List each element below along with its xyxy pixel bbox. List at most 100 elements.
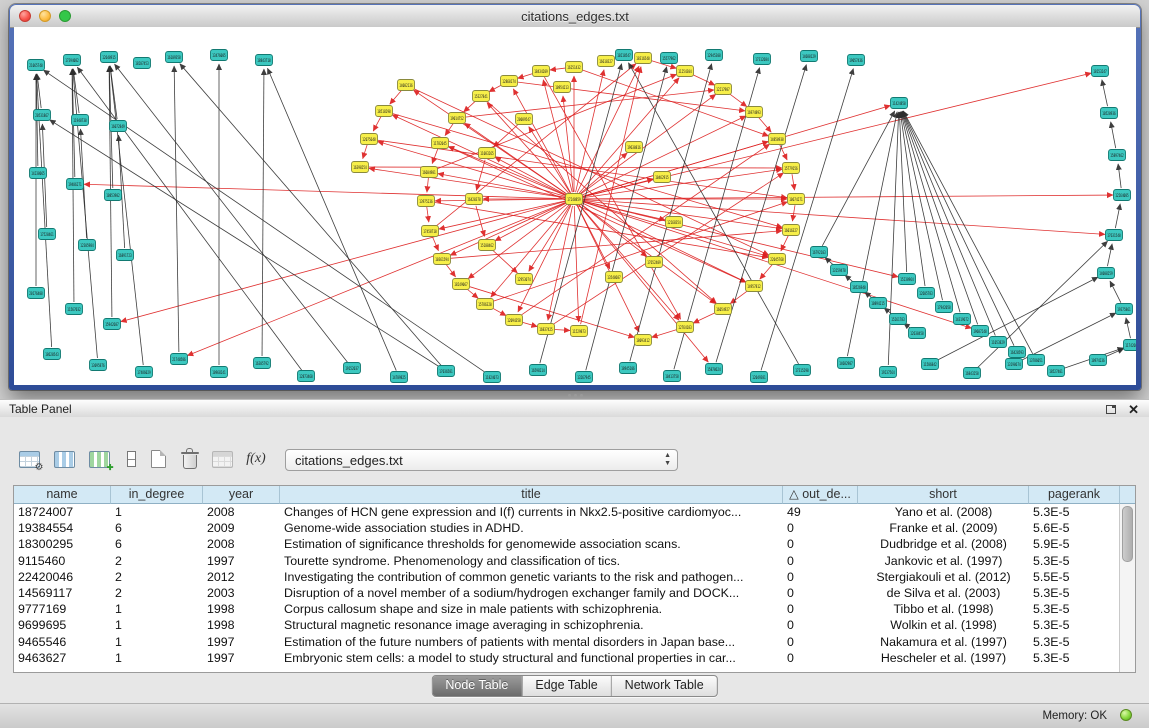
graph-node[interactable]: 17312684	[754, 54, 771, 65]
graph-node[interactable]: 18249067	[453, 279, 470, 290]
network-graph[interactable]: 1724085916251432184342091286017415327841…	[14, 27, 1136, 385]
graph-node[interactable]: 15870624	[706, 364, 723, 375]
graph-node[interactable]: 16837425	[538, 324, 555, 335]
graph-node[interactable]: 17458710	[422, 226, 439, 237]
graph-node[interactable]: 18843710	[256, 55, 273, 66]
graph-node[interactable]: 20176408	[28, 288, 45, 299]
edit-columns-button[interactable]	[84, 445, 114, 473]
graph-node[interactable]: 15577962	[661, 53, 678, 64]
graph-node[interactable]: 19630816	[626, 142, 643, 153]
graph-node[interactable]: 14008259	[1098, 268, 1115, 279]
graph-node[interactable]: 16792103	[811, 247, 828, 258]
scrollbar-thumb[interactable]	[1122, 506, 1133, 562]
show-columns-button[interactable]	[49, 445, 79, 473]
graph-node[interactable]: 14682907	[838, 358, 855, 369]
import-table-button[interactable]	[207, 445, 237, 473]
graph-node[interactable]: 14850938	[769, 134, 786, 145]
table-row[interactable]: 911546021997Tourette syndrome. Phenomeno…	[14, 553, 1120, 569]
column-header-title[interactable]: title	[280, 486, 783, 504]
function-builder-button[interactable]: f(x)	[241, 445, 271, 473]
delete-table-button[interactable]	[175, 445, 205, 473]
column-header-out-degree[interactable]: △ out_de...	[783, 486, 858, 504]
graph-node[interactable]: 11948730	[72, 115, 89, 126]
graph-node[interactable]: 12168354	[666, 217, 683, 228]
graph-node[interactable]: 17942058	[936, 302, 953, 313]
graph-node[interactable]: 14709825	[391, 372, 408, 383]
graph-node[interactable]: 17652409	[646, 257, 663, 268]
close-panel-icon[interactable]: ✕	[1128, 403, 1139, 416]
graph-node[interactable]: 10462915	[654, 172, 671, 183]
graph-node[interactable]: 10974236	[1090, 355, 1107, 366]
table-selector-dropdown[interactable]: citations_edges.txt ▲▼	[285, 449, 678, 471]
graph-node[interactable]: 11742603	[1124, 340, 1137, 351]
graph-node[interactable]: 20531867	[34, 110, 51, 121]
graph-node[interactable]: 12860174	[501, 76, 518, 87]
graph-node[interactable]: 16618327	[598, 56, 615, 67]
graph-node[interactable]: 18153247	[1092, 66, 1109, 77]
graph-node[interactable]: 11567032	[66, 304, 83, 315]
graph-node[interactable]: 18518290	[376, 106, 393, 117]
graph-node[interactable]: 12049381	[751, 372, 768, 383]
graph-node[interactable]: 10210547	[616, 50, 633, 61]
table-row[interactable]: 946362711997Embryonic stem cells: a mode…	[14, 650, 1120, 666]
graph-node[interactable]: 15897462	[1109, 150, 1126, 161]
table-row[interactable]: 946554611997Estimation of the future num…	[14, 634, 1120, 650]
graph-node[interactable]: 18316540	[635, 53, 652, 64]
graph-node[interactable]: 11254304	[677, 66, 694, 77]
graph-node[interactable]: 19687240	[972, 326, 989, 337]
column-header-name[interactable]: name	[14, 486, 111, 504]
graph-node[interactable]: 18207453	[134, 58, 151, 69]
graph-node[interactable]: 10520936	[1101, 108, 1118, 119]
graph-node[interactable]: 15779156	[783, 163, 800, 174]
graph-node[interactable]: 11506842	[922, 359, 939, 370]
graph-node[interactable]: 17394082	[64, 55, 81, 66]
graph-node[interactable]: 12264085	[1114, 190, 1131, 201]
graph-node[interactable]: 17036581	[438, 366, 455, 377]
graph-node[interactable]: 19375861	[1116, 304, 1133, 315]
graph-node[interactable]: 22045760	[769, 254, 786, 265]
graph-node[interactable]: 18527401	[1048, 366, 1065, 377]
table-row[interactable]: 1872400712008Changes of HCN gene express…	[14, 504, 1120, 520]
graph-node[interactable]: 11424850	[891, 98, 908, 109]
graph-node[interactable]: 18945106	[620, 363, 637, 374]
graph-node[interactable]: 16420593	[1009, 347, 1026, 358]
table-row[interactable]: 1830029562008Estimation of significance …	[14, 536, 1120, 552]
network-canvas[interactable]: 1724085916251432184342091286017415327841…	[14, 27, 1136, 385]
graph-node[interactable]: 13540687	[606, 272, 623, 283]
float-panel-icon[interactable]	[1106, 405, 1116, 414]
graph-node[interactable]: 19152037	[344, 363, 361, 374]
graph-node[interactable]: 13159478	[831, 265, 848, 276]
graph-node[interactable]: 13267945	[576, 372, 593, 383]
graph-node[interactable]: 18526940	[851, 282, 868, 293]
graph-node[interactable]: 12953074	[516, 274, 533, 285]
graph-node[interactable]: 16598214	[530, 365, 547, 376]
graph-node[interactable]: 16420378	[466, 194, 483, 205]
graph-node[interactable]: 16072849	[110, 121, 127, 132]
graph-node[interactable]: 14238065	[30, 168, 47, 179]
table-row[interactable]: 969969511998Structural magnetic resonanc…	[14, 617, 1120, 633]
graph-node[interactable]: 12075648	[361, 134, 378, 145]
graph-node[interactable]: 10968241	[211, 367, 228, 378]
graph-node[interactable]: 15942687	[104, 319, 121, 330]
graph-node[interactable]: 11083265	[479, 148, 496, 159]
table-row[interactable]: 977716911998Corpus callosum shape and si…	[14, 601, 1120, 617]
column-header-pagerank[interactable]: pagerank	[1029, 486, 1120, 504]
graph-node[interactable]: 19057436	[848, 55, 865, 66]
graph-node[interactable]: 15786320	[477, 299, 494, 310]
tab-edge-table[interactable]: Edge Table	[522, 676, 611, 696]
graph-node[interactable]: 16843250	[964, 368, 981, 379]
column-header-in-degree[interactable]: in_degree	[111, 486, 203, 504]
graph-node[interactable]: 19406271	[67, 179, 84, 190]
graph-node[interactable]: 17240859	[566, 194, 583, 205]
table-scrollbar[interactable]	[1119, 504, 1135, 672]
graph-node[interactable]: 19014752	[449, 113, 466, 124]
graph-node[interactable]: 12764183	[677, 322, 694, 333]
graph-node[interactable]: 13095876	[90, 360, 107, 371]
graph-node[interactable]: 12638450	[909, 328, 926, 339]
row-options-button[interactable]	[116, 445, 146, 473]
window-titlebar[interactable]: citations_edges.txt	[10, 5, 1140, 28]
graph-node[interactable]: 16390254	[352, 162, 369, 173]
graph-node[interactable]: 16891723	[117, 250, 134, 261]
graph-node[interactable]: 19237564	[880, 367, 897, 378]
graph-node[interactable]: 10361594	[434, 254, 451, 265]
